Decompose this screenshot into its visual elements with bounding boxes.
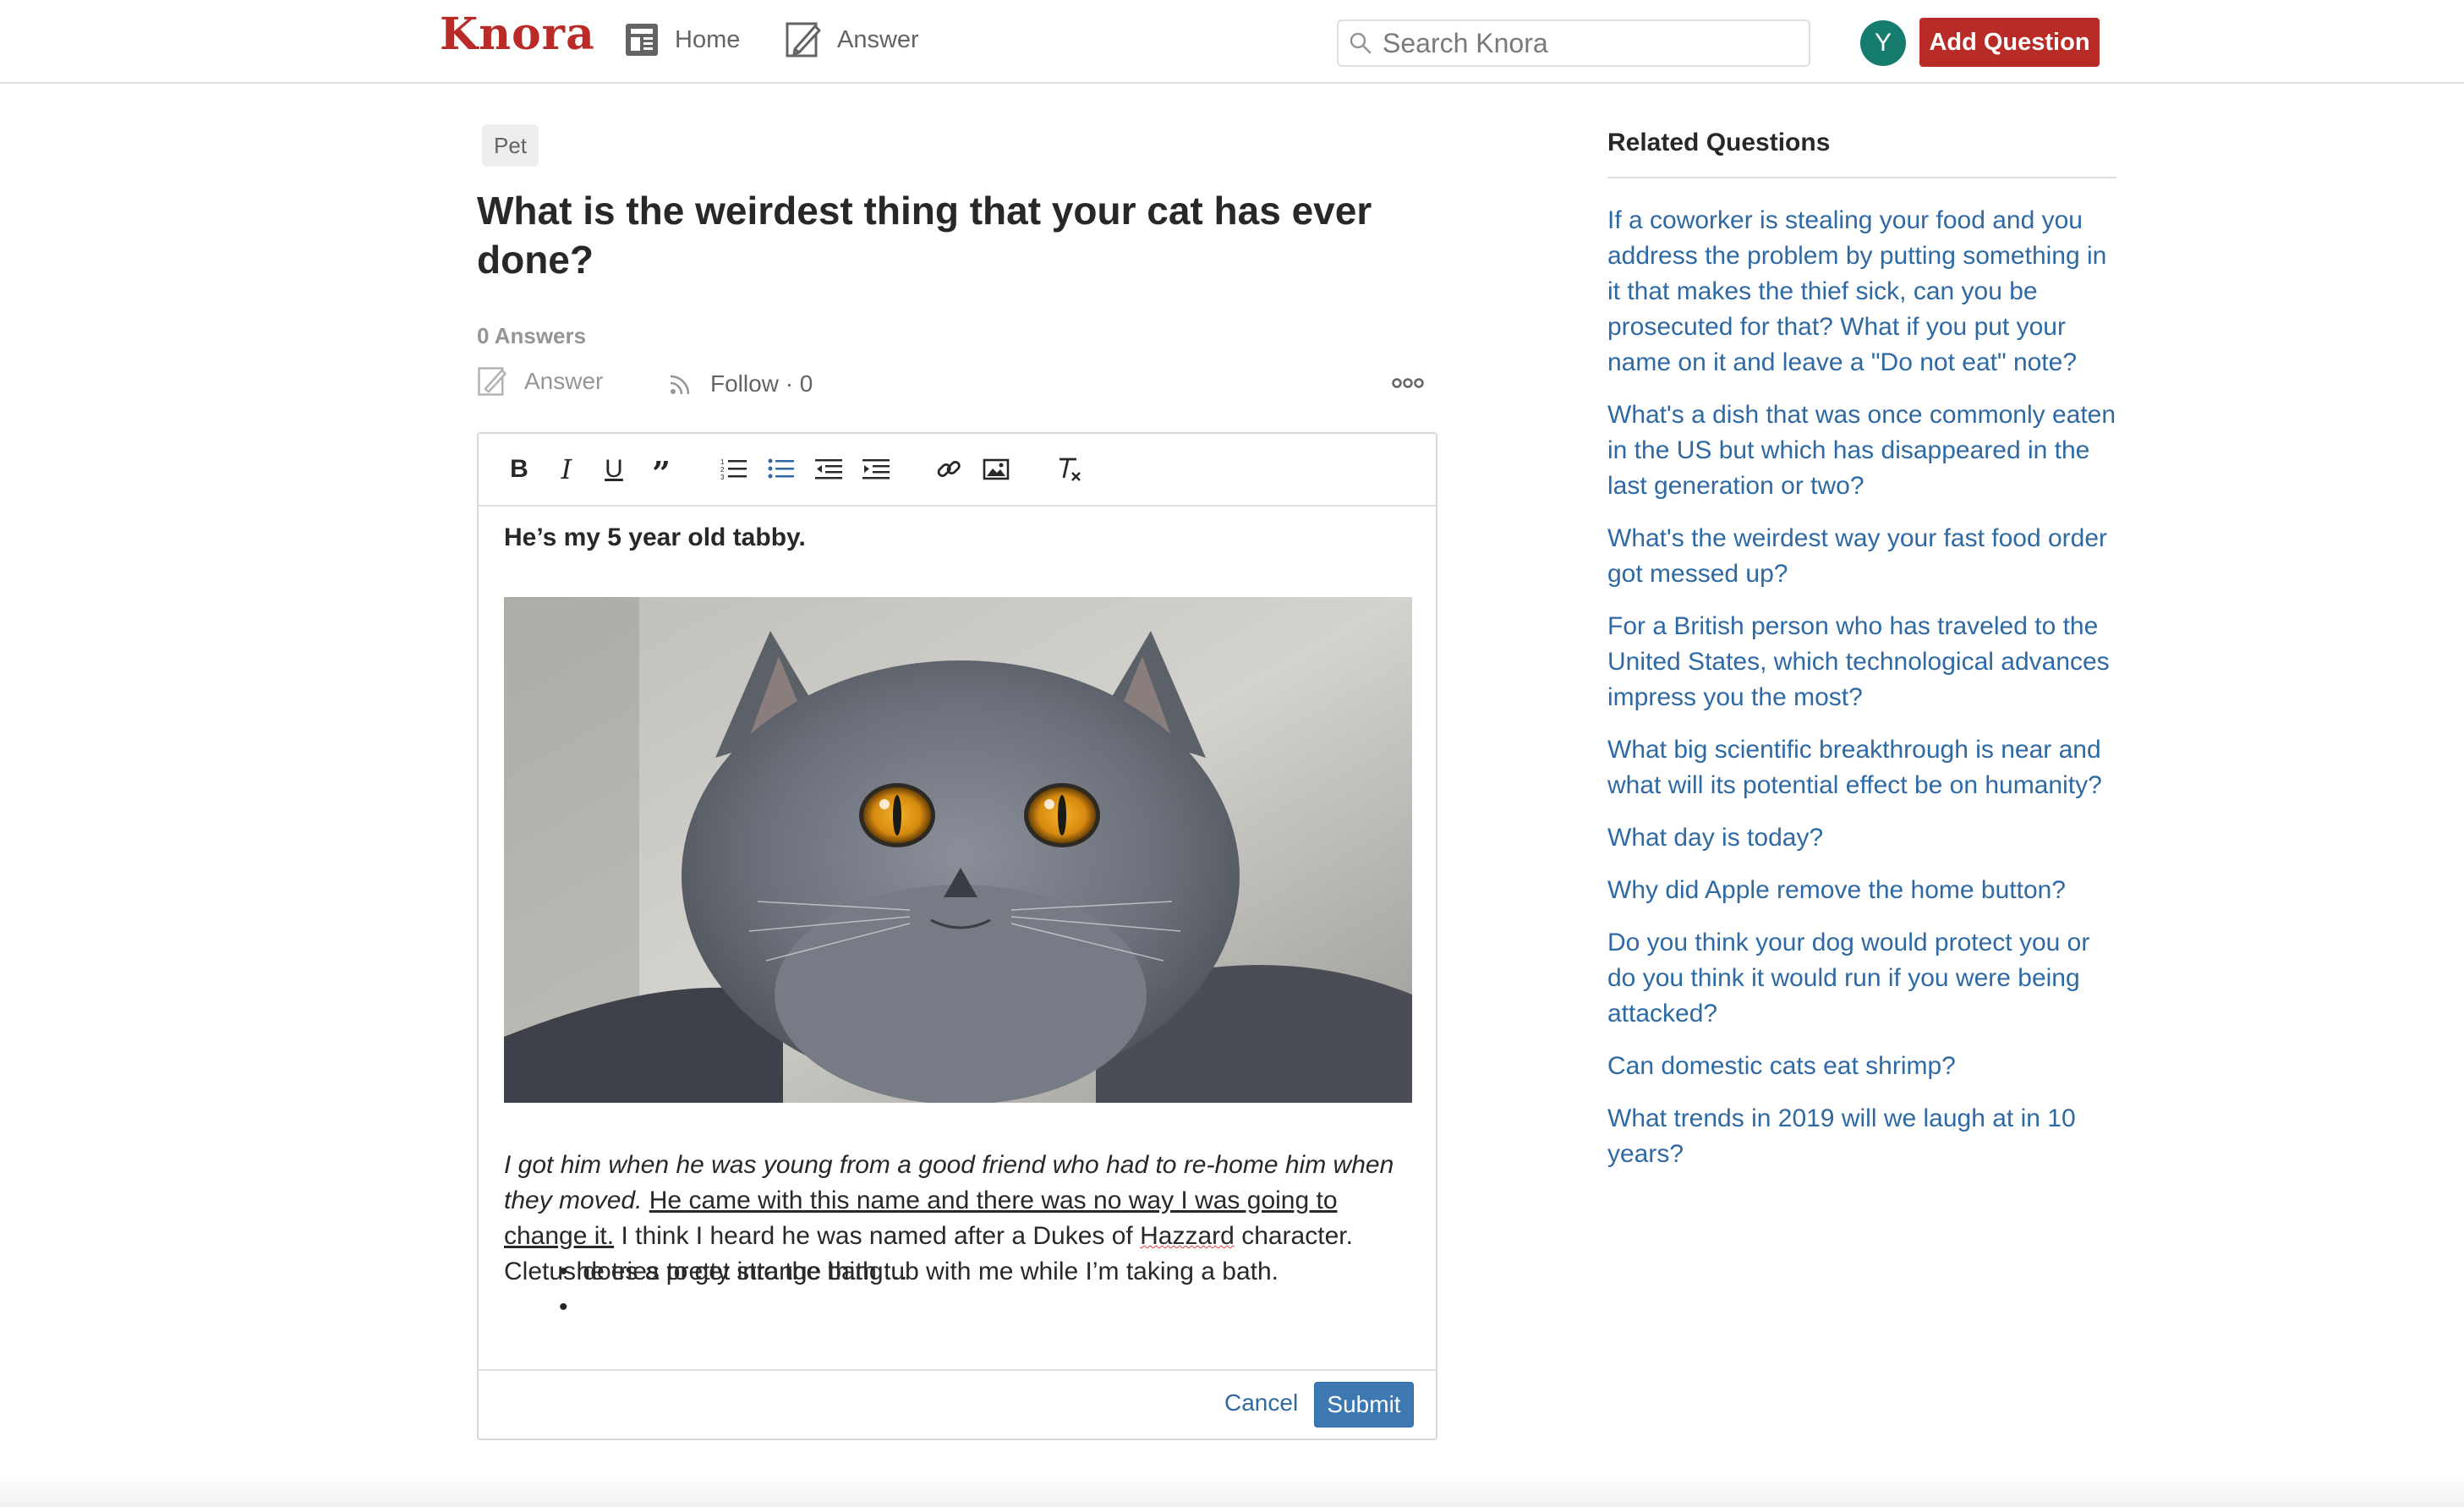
list-item <box>559 1290 1279 1325</box>
list-item: he tries to get into the bath tub with m… <box>559 1254 1279 1290</box>
editor-footer: Cancel Submit <box>479 1369 1436 1442</box>
submit-button[interactable]: Submit <box>1314 1382 1414 1428</box>
follow-action-button[interactable]: Follow · 0 <box>668 370 813 397</box>
cancel-button[interactable]: Cancel <box>1219 1389 1303 1417</box>
nav-home[interactable]: Home <box>624 19 740 61</box>
related-question-link[interactable]: For a British person who has traveled to… <box>1607 609 2123 715</box>
editor-toolbar: B I U ” 1 2 3 <box>479 434 1436 507</box>
link-icon[interactable] <box>930 451 967 488</box>
svg-text:3: 3 <box>720 474 725 481</box>
nav-answer-label: Answer <box>837 25 919 53</box>
search-icon <box>1350 32 1372 54</box>
plain-text-1: I think I heard he was named after a Duk… <box>621 1222 1133 1250</box>
knora-logo[interactable]: Knora <box>440 8 595 60</box>
search-input[interactable] <box>1381 26 1782 60</box>
page-bottom-edge <box>0 1473 2464 1507</box>
add-question-button[interactable]: Add Question <box>1919 18 2100 67</box>
outdent-icon[interactable] <box>810 451 847 488</box>
indent-icon[interactable] <box>857 451 895 488</box>
related-question-link[interactable]: What big scientific breakthrough is near… <box>1607 732 2123 803</box>
answer-intro-text: He’s my 5 year old tabby. <box>504 523 806 551</box>
related-question-link[interactable]: Do you think your dog would protect you … <box>1607 925 2123 1032</box>
more-options-icon[interactable] <box>1392 372 1424 394</box>
related-questions-list: If a coworker is stealing your food and … <box>1607 203 2123 1189</box>
related-question-link[interactable]: Why did Apple remove the home button? <box>1607 873 2123 908</box>
nav-answer[interactable]: Answer <box>785 19 919 61</box>
answers-count: 0 Answers <box>477 323 587 348</box>
bullet-list-icon[interactable] <box>763 451 800 488</box>
answer-bullet-list: he tries to get into the bath tub with m… <box>559 1254 1279 1325</box>
follow-action-label: Follow · 0 <box>710 370 813 397</box>
svg-text:1: 1 <box>720 458 725 466</box>
bold-icon[interactable]: B <box>501 451 538 488</box>
answer-action-button[interactable]: Answer <box>477 366 603 397</box>
nav-home-label: Home <box>675 25 741 53</box>
home-feed-icon <box>626 24 658 56</box>
divider <box>1607 177 2116 178</box>
search-box[interactable] <box>1337 19 1810 67</box>
related-question-link[interactable]: What day is today? <box>1607 820 2123 856</box>
top-navigation-bar: Knora Home Answer Y Add Question <box>0 0 2464 84</box>
related-question-link[interactable]: What trends in 2019 will we laugh at in … <box>1607 1101 2123 1172</box>
rss-follow-icon <box>670 375 690 395</box>
misspelled-word[interactable]: Hazzard <box>1140 1222 1235 1250</box>
user-avatar[interactable]: Y <box>1860 20 1906 66</box>
related-questions-heading: Related Questions <box>1607 129 1831 156</box>
related-question-link[interactable]: If a coworker is stealing your food and … <box>1607 203 2123 381</box>
topic-tag[interactable]: Pet <box>482 124 539 167</box>
related-question-link[interactable]: What's the weirdest way your fast food o… <box>1607 521 2123 592</box>
italic-icon[interactable]: I <box>548 451 585 488</box>
svg-text:2: 2 <box>720 466 725 474</box>
underline-icon[interactable]: U <box>595 451 632 488</box>
related-question-link[interactable]: Can domestic cats eat shrimp? <box>1607 1049 2123 1084</box>
quote-icon[interactable]: ” <box>643 451 680 490</box>
answer-editor: B I U ” 1 2 3 He’s my 5 year old tabby. … <box>477 432 1437 1440</box>
ordered-list-icon[interactable]: 1 2 3 <box>715 451 753 488</box>
pencil-edit-icon <box>478 367 506 396</box>
cat-photo <box>504 597 1412 1103</box>
image-icon[interactable] <box>977 451 1015 488</box>
answer-action-label: Answer <box>524 368 604 394</box>
question-title[interactable]: What is the weirdest thing that your cat… <box>477 186 1407 284</box>
pencil-edit-icon <box>786 22 821 58</box>
clear-format-icon[interactable] <box>1050 451 1087 488</box>
related-question-link[interactable]: What's a dish that was once commonly eat… <box>1607 397 2123 504</box>
